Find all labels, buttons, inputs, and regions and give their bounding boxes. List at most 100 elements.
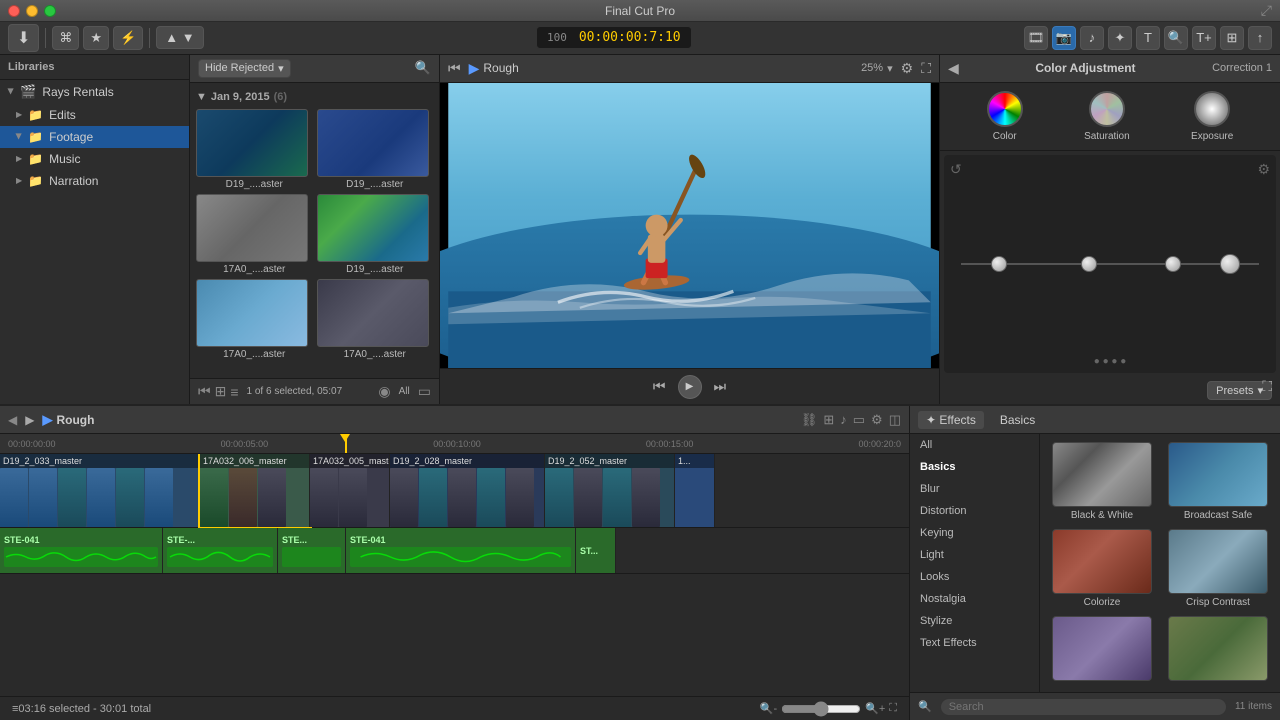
color-tab-color[interactable]: Color: [987, 91, 1023, 142]
effect-crisp-contrast[interactable]: Crisp Contrast: [1164, 529, 1272, 608]
camera-btn[interactable]: 📷: [1052, 26, 1076, 50]
prev-icon[interactable]: ⏮: [198, 383, 211, 400]
effects-btn[interactable]: ✦: [1108, 26, 1132, 50]
list-item[interactable]: 17A0_....aster: [196, 194, 313, 275]
category-blur[interactable]: Blur: [910, 478, 1039, 500]
music-btn[interactable]: ♪: [1080, 26, 1104, 50]
table-row[interactable]: D19_2_033_master: [0, 454, 200, 527]
share-btn[interactable]: ↑: [1248, 26, 1272, 50]
snapping-icon[interactable]: ⊞: [823, 412, 834, 428]
resize-icon[interactable]: ⤢: [1261, 2, 1272, 19]
minimize-button[interactable]: [26, 5, 38, 17]
settings-icon[interactable]: ⚙: [871, 412, 883, 428]
search-icon[interactable]: 🔍: [415, 60, 431, 76]
effect-colorize[interactable]: Colorize: [1048, 529, 1156, 608]
effect-more-2[interactable]: [1164, 616, 1272, 684]
table-row[interactable]: 17A032_006_master: [200, 454, 310, 527]
zoom-slider[interactable]: [781, 701, 861, 717]
filmstrip-btn[interactable]: 🎞: [1024, 26, 1048, 50]
category-nostalgia[interactable]: Nostalgia: [910, 588, 1039, 610]
text-btn[interactable]: T: [1136, 26, 1160, 50]
transform-btn[interactable]: ⊞: [1220, 26, 1244, 50]
maximize-button[interactable]: [44, 5, 56, 17]
category-distortion[interactable]: Distortion: [910, 500, 1039, 522]
window-controls[interactable]: [8, 5, 56, 17]
expand-icon[interactable]: ⛶: [921, 60, 931, 77]
filmstrip-view-icon[interactable]: ▭: [418, 383, 431, 400]
shadow-handle[interactable]: [991, 256, 1007, 272]
audio-track: STE-041 STE-...: [0, 528, 909, 574]
timeline: ◀ ▶ ▶ Rough ⛓ ⊞ ♪ ▭ ⚙ ◫ 00:00:00:: [0, 406, 910, 720]
star-button[interactable]: ★: [83, 26, 109, 50]
list-item[interactable]: 17A0_....aster: [317, 279, 434, 360]
clip-frames: [200, 468, 309, 527]
category-stylize[interactable]: Stylize: [910, 610, 1039, 632]
filter-dropdown[interactable]: Hide Rejected ▾: [198, 59, 291, 78]
sidebar-item-music[interactable]: ▶ 📁 Music: [0, 148, 189, 170]
list-item[interactable]: D19_....aster: [196, 109, 313, 190]
category-all[interactable]: All: [910, 434, 1039, 456]
list-view-icon[interactable]: ≡: [230, 384, 238, 400]
timeline-back-icon[interactable]: ◀: [8, 413, 17, 427]
table-row[interactable]: STE...: [278, 528, 346, 573]
title-btn[interactable]: T+: [1192, 26, 1216, 50]
table-row[interactable]: D19_2_028_master: [390, 454, 545, 527]
category-looks[interactable]: Looks: [910, 566, 1039, 588]
reset-icon[interactable]: ↺: [950, 161, 962, 178]
effect-black-white[interactable]: Black & White: [1048, 442, 1156, 521]
effects-search-input[interactable]: [940, 698, 1227, 716]
color-nav-back[interactable]: ◀: [948, 60, 959, 77]
fullscreen-icon[interactable]: ⛶: [1262, 378, 1272, 395]
category-keying[interactable]: Keying: [910, 522, 1039, 544]
import-button[interactable]: ⬇: [8, 24, 39, 52]
tab-basics[interactable]: Basics: [992, 411, 1043, 429]
effect-broadcast-safe[interactable]: Broadcast Safe: [1164, 442, 1272, 521]
play-button[interactable]: ▶: [678, 375, 702, 399]
close-button[interactable]: [8, 5, 20, 17]
link-icon[interactable]: ⛓: [801, 412, 818, 428]
color-tab-saturation[interactable]: Saturation: [1084, 91, 1130, 142]
rewind-icon[interactable]: ⏮: [653, 378, 666, 395]
table-row[interactable]: 17A032_005_master: [310, 454, 390, 527]
midtone-handle[interactable]: [1081, 256, 1097, 272]
highlight-handle[interactable]: [1165, 256, 1181, 272]
keyword-button[interactable]: ⌘: [52, 26, 79, 50]
sidebar-item-rays-rentals[interactable]: ▶ 🎬 Rays Rentals: [0, 80, 189, 104]
timeline-forward-icon[interactable]: ▶: [25, 413, 34, 427]
zoom-out-icon[interactable]: 🔍-: [760, 702, 777, 715]
list-item[interactable]: D19_....aster: [317, 109, 434, 190]
fit-icon[interactable]: ⛶: [889, 702, 897, 715]
settings-icon[interactable]: ⚙: [901, 60, 914, 77]
table-row[interactable]: STE-041: [346, 528, 576, 573]
audio-icon[interactable]: ♪: [840, 412, 847, 427]
search-btn[interactable]: 🔍: [1164, 26, 1188, 50]
category-basics[interactable]: Basics: [910, 456, 1039, 478]
select-tool[interactable]: ▲ ▼: [156, 26, 203, 49]
category-text-effects[interactable]: Text Effects: [910, 632, 1039, 654]
category-light[interactable]: Light: [910, 544, 1039, 566]
sidebar-item-footage[interactable]: ▶ 📁 Footage: [0, 126, 189, 148]
clip-icon[interactable]: ▭: [853, 412, 865, 428]
timeline-name: ▶ Rough: [42, 412, 94, 428]
action-button[interactable]: ⚡: [113, 26, 143, 50]
table-row[interactable]: STE-041: [0, 528, 163, 573]
range-icon[interactable]: ◫: [889, 412, 901, 428]
gear-icon[interactable]: ⚙: [1257, 161, 1270, 178]
color-tab-exposure[interactable]: Exposure: [1191, 91, 1233, 142]
preview-nav-icon[interactable]: ⏮: [448, 60, 461, 77]
table-row[interactable]: ST...: [576, 528, 616, 573]
zoom-in-icon[interactable]: 🔍+: [865, 702, 885, 715]
sidebar-item-narration[interactable]: ▶ 📁 Narration: [0, 170, 189, 192]
effect-more-1[interactable]: [1048, 616, 1156, 684]
list-item[interactable]: 17A0_....aster: [196, 279, 313, 360]
white-handle[interactable]: [1220, 254, 1240, 274]
circle-icon[interactable]: ◉: [378, 383, 390, 400]
table-row[interactable]: STE-...: [163, 528, 278, 573]
forward-icon[interactable]: ⏭: [714, 378, 727, 395]
list-item[interactable]: D19_....aster: [317, 194, 434, 275]
tab-effects[interactable]: ✦ Effects: [918, 411, 984, 429]
grid-view-icon[interactable]: ⊞: [215, 383, 227, 400]
table-row[interactable]: 1...: [675, 454, 715, 527]
table-row[interactable]: D19_2_052_master: [545, 454, 675, 527]
sidebar-item-edits[interactable]: ▶ 📁 Edits: [0, 104, 189, 126]
